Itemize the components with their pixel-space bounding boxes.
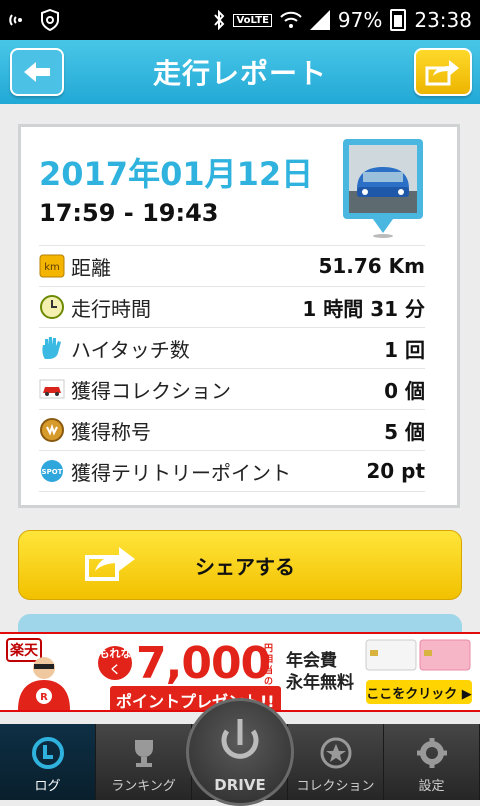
row-titles: 獲得称号 5 個	[39, 409, 425, 450]
arrow-left-icon	[24, 62, 50, 82]
report-rows: km 距離 51.76 Km 走行時間 1 時間 31 分 ハイタッチ数 1 回…	[39, 245, 425, 492]
row-value: 1 時間 31 分	[302, 296, 425, 321]
spot-icon: SPOT	[39, 458, 65, 484]
row-collection: 獲得コレクション 0 個	[39, 368, 425, 409]
row-label: 走行時間	[71, 296, 151, 321]
tab-label: コレクション	[296, 779, 375, 794]
share-arrow-icon	[425, 60, 459, 86]
status-bar: VoLTE 97% 23:38	[0, 0, 480, 40]
gear-icon	[415, 733, 449, 773]
row-drive-time: 走行時間 1 時間 31 分	[39, 286, 425, 327]
ad-click-button[interactable]: ここをクリック ▶	[366, 680, 472, 704]
tab-log[interactable]: ログ	[0, 724, 96, 800]
car-photo-pin[interactable]	[343, 139, 423, 239]
back-button[interactable]	[10, 48, 64, 96]
share-button[interactable]: シェアする	[18, 530, 462, 600]
row-value: 1 回	[384, 337, 425, 362]
ad-yen-note: 円相当の	[264, 644, 274, 687]
row-label: ハイタッチ数	[71, 337, 190, 362]
nfc-icon	[8, 9, 30, 31]
tab-label: 設定	[418, 779, 445, 794]
medal-icon	[39, 417, 65, 443]
share-button-label: シェアする	[195, 554, 295, 579]
tab-ranking[interactable]: ランキング	[96, 724, 192, 800]
row-high-touch: ハイタッチ数 1 回	[39, 327, 425, 368]
ad-fee-line1: 年会費	[286, 651, 337, 671]
report-time-range: 17:59 - 19:43	[39, 199, 219, 227]
svg-text:SPOT: SPOT	[42, 468, 63, 476]
row-label: 獲得コレクション	[71, 378, 231, 403]
svg-text:km: km	[44, 262, 60, 273]
next-card-partial	[18, 614, 462, 634]
trophy-icon	[127, 733, 161, 773]
share-top-button[interactable]	[414, 48, 472, 96]
drive-label: DRIVE	[214, 776, 266, 794]
svg-text:R: R	[40, 692, 48, 703]
car-pin-icon	[343, 139, 423, 238]
row-label: 距離	[71, 255, 111, 280]
shield-icon	[40, 9, 60, 31]
row-label: 獲得テリトリーポイント	[71, 460, 291, 485]
battery-percent: 97%	[337, 8, 383, 32]
km-icon: km	[39, 253, 65, 279]
row-label: 獲得称号	[71, 419, 151, 444]
ad-cards-image	[365, 639, 471, 671]
ad-person-image: R	[18, 657, 70, 710]
tab-label: ログ	[34, 779, 61, 794]
tab-collection[interactable]: コレクション	[288, 724, 384, 800]
row-value: 0 個	[384, 378, 425, 403]
row-value: 20 pt	[366, 459, 425, 483]
share-arrow-icon	[85, 545, 139, 585]
row-value: 5 個	[384, 419, 425, 444]
page-title: 走行レポート	[152, 57, 327, 90]
car-icon	[39, 376, 65, 402]
power-icon	[221, 719, 259, 759]
row-territory-points: SPOT 獲得テリトリーポイント 20 pt	[39, 450, 425, 492]
clock-time: 23:38	[414, 8, 472, 32]
report-date: 2017年01月12日	[39, 155, 314, 193]
report-card: 2017年01月12日 17:59 - 19:43 km 距離 51.76 Km	[18, 124, 460, 508]
wifi-icon	[280, 11, 302, 29]
bluetooth-icon	[213, 10, 225, 30]
ad-fee: 年会費 永年無料	[286, 650, 354, 694]
row-value: 51.76 Km	[318, 254, 425, 278]
clock-icon	[39, 294, 65, 320]
app-header: 走行レポート	[0, 40, 480, 104]
signal-icon	[309, 10, 330, 30]
tab-label: ランキング	[111, 779, 176, 794]
ad-points: 7,000	[136, 638, 271, 689]
tab-settings[interactable]: 設定	[384, 724, 480, 800]
row-distance: km 距離 51.76 Km	[39, 245, 425, 286]
volte-badge: VoLTE	[233, 13, 272, 27]
hand-icon	[39, 335, 65, 361]
ad-circle-badge: もれなく	[98, 646, 132, 680]
star-icon	[319, 733, 353, 773]
log-icon	[31, 733, 65, 773]
battery-icon	[390, 9, 407, 31]
ad-fee-line2: 永年無料	[286, 673, 354, 693]
